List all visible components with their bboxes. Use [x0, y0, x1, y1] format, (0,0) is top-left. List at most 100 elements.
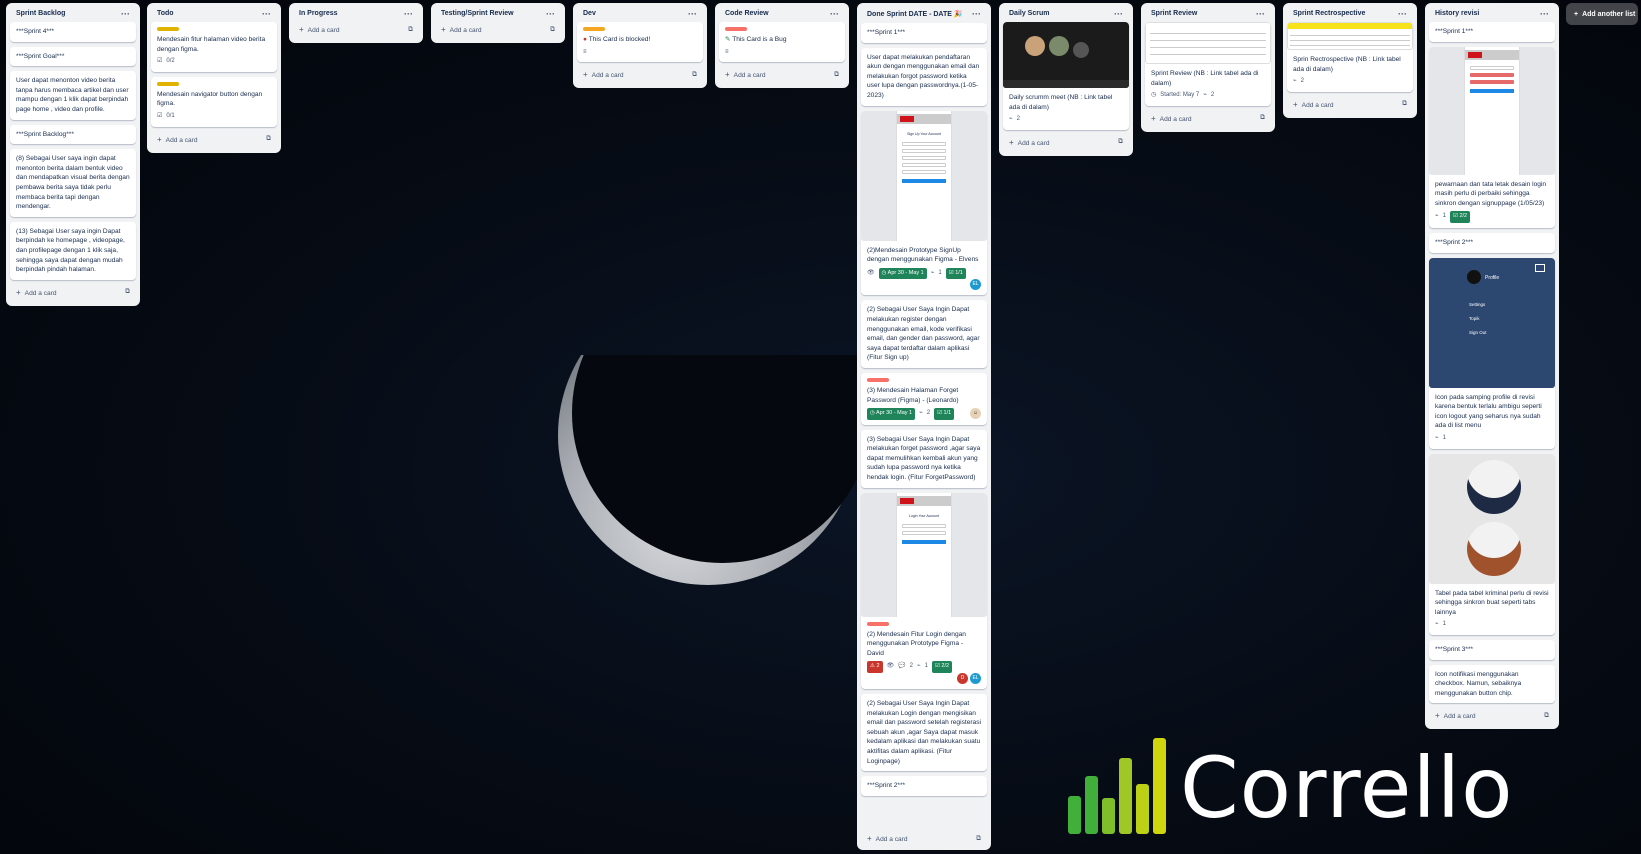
checklist-icon: ☑ — [157, 58, 163, 65]
add-card-button[interactable]: + Add a card ⧉ — [10, 285, 136, 300]
template-icon: ⧉ — [1402, 100, 1407, 108]
list-title: Done Sprint DATE - DATE 🎉 — [867, 11, 963, 18]
card-cover-image: Login Your Account — [861, 492, 987, 617]
card[interactable]: Tabel pada tabel kriminal perlu di revis… — [1429, 453, 1555, 635]
card[interactable]: (3) Sebagai User Saya Ingin Dapat melaku… — [861, 429, 987, 488]
attachment-icon: ⌁ — [1435, 434, 1439, 441]
card[interactable]: Mendesain navigator button dengan figma.… — [151, 76, 277, 127]
list-title: Sprint Review — [1151, 10, 1198, 17]
list-menu-icon[interactable]: ··· — [262, 9, 271, 18]
card[interactable]: Sprint Review (NB : Link tabel ada di da… — [1145, 22, 1271, 106]
card[interactable]: ● This Card is blocked! ≡ — [577, 22, 703, 63]
plus-icon: + — [157, 134, 162, 144]
attachment-icon: ⌁ — [1435, 621, 1439, 628]
list-menu-icon[interactable]: ··· — [1256, 9, 1265, 18]
list-title: Sprint Backlog — [16, 10, 66, 17]
add-card-button[interactable]: + Add a card ⧉ — [1003, 135, 1129, 150]
card[interactable]: ***Sprint 1*** — [1429, 22, 1555, 42]
list-menu-icon[interactable]: ··· — [404, 9, 413, 18]
card[interactable]: ***Sprint 3*** — [1429, 639, 1555, 660]
corrello-logo: Corrello — [1068, 738, 1514, 834]
card-cover-image — [1145, 22, 1271, 64]
card[interactable]: Daily scrumm meet (NB : Link tabel ada d… — [1003, 22, 1129, 130]
checklist-icon: ☑ — [157, 112, 163, 119]
attachment-icon: ⌁ — [1293, 78, 1297, 85]
add-card-button[interactable]: + Add a card ⧉ — [719, 67, 845, 82]
logo-bars-icon — [1068, 738, 1166, 834]
moon-background — [558, 355, 858, 585]
list-title: In Progress — [299, 10, 338, 17]
list-menu-icon[interactable]: ··· — [830, 9, 839, 18]
add-card-button[interactable]: + Add a card ⧉ — [861, 831, 987, 846]
due-date-badge: ◷ Apr 30 - May 1 — [867, 408, 916, 420]
card[interactable]: ***Sprint 1*** — [861, 23, 987, 43]
list-menu-icon[interactable]: ··· — [1540, 9, 1549, 18]
add-card-button[interactable]: + Add a card ⧉ — [1429, 708, 1555, 723]
plus-icon: + — [1293, 99, 1298, 109]
list-menu-icon[interactable]: ··· — [972, 10, 981, 19]
add-card-button[interactable]: + Add a card ⧉ — [1287, 97, 1413, 112]
card[interactable]: ***Sprint 4*** — [10, 22, 136, 42]
clock-icon: ◷ — [881, 269, 887, 276]
card[interactable]: (8) Sebagai User saya ingin dapat menont… — [10, 149, 136, 217]
template-icon: ⧉ — [408, 25, 413, 33]
list-title: Daily Scrum — [1009, 10, 1050, 17]
plus-icon: + — [725, 70, 730, 80]
attachment-icon: ⌁ — [1203, 92, 1207, 99]
add-card-button[interactable]: + Add a card ⧉ — [151, 132, 277, 147]
card-cover-image — [1003, 22, 1129, 88]
due-date-badge: ◷ Apr 30 - May 1 — [878, 267, 927, 280]
card[interactable]: (3) Mendesain Halaman Forget Password (F… — [861, 372, 987, 425]
plus-icon: + — [1009, 137, 1014, 147]
add-card-button[interactable]: + Add a card ⧉ — [435, 22, 561, 37]
card[interactable]: Sign Up Your Account (2)Mendesain Protot… — [861, 110, 987, 296]
list-sprint-review: Sprint Review ··· Sprint Review (NB : Lin… — [1141, 3, 1275, 132]
card[interactable]: Sprin Rectrospective (NB : Link tabel ad… — [1287, 22, 1413, 92]
add-card-button[interactable]: + Add a card ⧉ — [1145, 111, 1271, 126]
list-menu-icon[interactable]: ··· — [121, 9, 130, 18]
list-title: Sprint Rectrospective — [1293, 10, 1366, 17]
blocked-icon: ● — [583, 36, 587, 43]
list-todo: Todo ··· Mendesain fitur halaman video be… — [147, 3, 281, 153]
list-history-revisi: History revisi ··· ***Sprint 1*** pewarna… — [1425, 3, 1559, 730]
list-menu-icon[interactable]: ··· — [1114, 9, 1123, 18]
avatar: EL — [970, 279, 981, 291]
card[interactable]: User dapat menonton video berita tanpa h… — [10, 71, 136, 120]
card[interactable]: Icon notifikasi menggunakan checkbox. Na… — [1429, 664, 1555, 704]
add-card-button[interactable]: + Add a card ⧉ — [577, 67, 703, 82]
card[interactable]: ***Sprint 2*** — [1429, 232, 1555, 253]
card[interactable]: ✎ This Card is a Bug ≡ — [719, 22, 845, 63]
card[interactable]: Mendesain fitur halaman video berita den… — [151, 22, 277, 72]
checklist-badge: ☑ 1/1 — [934, 408, 955, 420]
plus-icon: + — [441, 25, 446, 34]
list-sprint-backlog: Sprint Backlog ··· ***Sprint 4*** ***Spri… — [6, 3, 140, 306]
plus-icon: + — [867, 834, 872, 843]
add-card-button[interactable]: + Add a card ⧉ — [293, 22, 419, 37]
watch-icon: 👁 — [886, 663, 895, 670]
card[interactable]: pewarnaan dan tata letak desain login ma… — [1429, 46, 1555, 228]
list-menu-icon[interactable]: ··· — [1398, 9, 1407, 18]
list-title: Dev — [583, 10, 596, 17]
card-label — [157, 81, 179, 86]
card[interactable]: (13) Sebagai User saya ingin Dapat berpi… — [10, 221, 136, 280]
card[interactable]: Profile Settings Topik Sign Out Icon pad… — [1429, 257, 1555, 449]
list-daily-scrum: Daily Scrum ··· Daily scrumm meet (NB : L… — [999, 3, 1133, 156]
card[interactable]: Login Your Account (2) Mendesain Fitur L… — [861, 492, 987, 690]
card[interactable]: (2) Sebagai User Saya Ingin Dapat melaku… — [861, 694, 987, 772]
add-another-list-button[interactable]: + Add another list — [1566, 3, 1638, 25]
list-menu-icon[interactable]: ··· — [688, 9, 697, 18]
card[interactable]: ***Sprint Backlog*** — [10, 124, 136, 145]
attachment-icon: ⌁ — [916, 663, 921, 670]
template-icon: ⧉ — [834, 70, 839, 78]
card[interactable]: User dapat melakukan pendaftaran akun de… — [861, 47, 987, 106]
list-menu-icon[interactable]: ··· — [546, 9, 555, 18]
card-cover-image — [1429, 46, 1555, 175]
list-title: History revisi — [1435, 10, 1480, 17]
list-title: Todo — [157, 10, 174, 17]
card[interactable]: (2) Sebagai User Saya Ingin Dapat melaku… — [861, 300, 987, 368]
card[interactable]: ***Sprint Goal*** — [10, 46, 136, 67]
description-icon: ≡ — [583, 48, 587, 55]
card[interactable]: ***Sprint 2*** — [861, 776, 987, 796]
checklist-badge: ☑ 2/2 — [1449, 211, 1471, 223]
list-in-progress: In Progress ··· + Add a card ⧉ — [289, 3, 423, 43]
